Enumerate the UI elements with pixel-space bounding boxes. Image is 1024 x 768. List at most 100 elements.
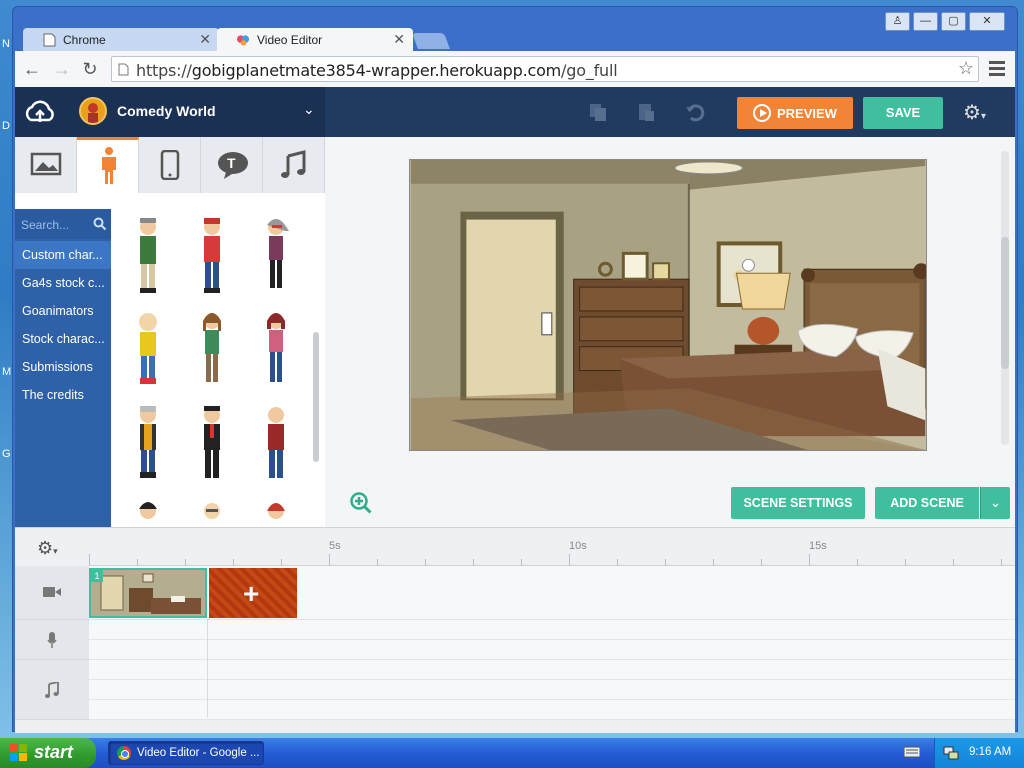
desktop-icon-label: D <box>2 120 10 132</box>
undo-icon[interactable] <box>683 101 705 123</box>
tab-text[interactable]: T <box>201 137 263 193</box>
keyboard-icon[interactable] <box>904 746 920 758</box>
back-arrow-icon[interactable]: ← <box>21 58 43 80</box>
character-thumbnail[interactable] <box>261 217 291 295</box>
url-scheme: https:// <box>136 61 192 80</box>
add-scene-button[interactable]: ADD SCENE <box>875 487 979 519</box>
search-input[interactable]: Search... <box>15 209 111 239</box>
music-track-label <box>15 660 89 720</box>
chevron-down-icon[interactable]: ⌄ <box>303 101 315 118</box>
windows-logo-icon <box>10 744 27 761</box>
tick-label: 15s <box>809 540 827 552</box>
music-track[interactable] <box>89 700 1015 720</box>
tab-chrome[interactable]: Chrome ✕ <box>23 28 219 52</box>
category-item[interactable]: Custom char... <box>15 241 111 269</box>
editor-topbar: Comedy World ⌄ PREVIEW SAVE ⚙▾ <box>15 87 1015 137</box>
tab-props[interactable] <box>139 137 201 193</box>
scrollbar[interactable] <box>313 332 319 462</box>
camera-icon <box>43 587 61 597</box>
tab-video-editor[interactable]: Video Editor ✕ <box>217 28 413 52</box>
music-track[interactable] <box>89 680 1015 700</box>
taskbar: start Video Editor - Google ... 9:16 AM <box>0 738 1024 768</box>
tab-images[interactable] <box>15 137 77 193</box>
save-button[interactable]: SAVE <box>863 97 943 129</box>
copy-icon[interactable] <box>587 101 609 123</box>
maximize-button[interactable]: ▢ <box>941 12 966 31</box>
preview-label: PREVIEW <box>777 106 837 121</box>
microphone-icon <box>47 632 57 648</box>
character-grid <box>111 209 311 527</box>
preview-button[interactable]: PREVIEW <box>737 97 853 129</box>
character-thumbnail[interactable] <box>261 311 291 389</box>
plus-icon: + <box>243 578 260 609</box>
paste-icon[interactable] <box>635 101 657 123</box>
music-track[interactable] <box>89 660 1015 680</box>
taskbar-item-label: Video Editor - Google ... <box>137 747 260 759</box>
category-item[interactable]: The credits <box>15 381 111 409</box>
scene-thumbnail[interactable]: 1 <box>89 568 207 618</box>
asset-tabs: T <box>15 137 325 193</box>
category-item[interactable]: Stock charac... <box>15 325 111 353</box>
search-placeholder: Search... <box>21 218 70 232</box>
desktop-icon-label: G <box>2 448 11 460</box>
search-icon[interactable] <box>93 217 107 231</box>
tab-sound[interactable] <box>263 137 325 193</box>
tab-characters[interactable] <box>77 137 139 193</box>
zoom-in-icon[interactable] <box>349 491 373 515</box>
ruler-ticks <box>89 554 1002 566</box>
browser-toolbar: ← → ↻ https://gobigplanetmate3854-wrappe… <box>15 51 1015 87</box>
chrome-menu-icon[interactable] <box>989 61 1005 79</box>
minimize-button[interactable]: — <box>913 12 938 31</box>
scene-stage[interactable] <box>409 159 927 451</box>
clock: 9:16 AM <box>969 746 1012 758</box>
new-tab-button[interactable] <box>412 33 450 49</box>
character-thumbnail[interactable] <box>133 217 163 295</box>
add-scene-tile[interactable]: + <box>209 568 297 618</box>
url-path: /go_full <box>561 61 618 80</box>
chrome-icon <box>117 746 131 760</box>
url-text: https://gobigplanetmate3854-wrapper.hero… <box>136 61 618 80</box>
reload-icon[interactable]: ↻ <box>79 58 101 80</box>
character-thumbnail[interactable] <box>133 311 163 389</box>
category-item[interactable]: Submissions <box>15 353 111 381</box>
character-thumbnail[interactable] <box>197 405 227 483</box>
character-thumbnail[interactable] <box>133 405 163 483</box>
forward-arrow-icon[interactable]: → <box>51 58 73 80</box>
network-icon[interactable] <box>943 745 959 761</box>
start-button[interactable]: start <box>0 738 96 768</box>
close-window-button[interactable]: ✕ <box>969 12 1005 31</box>
character-thumbnail[interactable] <box>133 499 163 527</box>
profile-icon[interactable]: ♙ <box>885 12 910 31</box>
timeline-ruler[interactable]: 5s 10s 15s <box>89 528 1015 566</box>
page-icon <box>118 63 129 76</box>
scrollbar[interactable] <box>1001 237 1009 369</box>
character-thumbnail[interactable] <box>261 405 291 483</box>
browser-window: Chrome ✕ Video Editor ✕ ♙ — ▢ ✕ ← → ↻ ht… <box>12 6 1018 733</box>
voice-track[interactable] <box>89 640 1015 660</box>
category-item[interactable]: Ga4s stock c... <box>15 269 111 297</box>
character-thumbnail[interactable] <box>197 217 227 295</box>
close-tab-icon[interactable]: ✕ <box>393 31 405 48</box>
page-icon <box>43 33 56 47</box>
video-track-label <box>15 566 89 620</box>
url-host: gobigplanetmate3854-wrapper.herokuapp.co… <box>191 61 562 80</box>
gear-icon[interactable]: ⚙▾ <box>963 100 986 125</box>
category-item[interactable]: Goanimators <box>15 297 111 325</box>
image-icon <box>30 152 62 176</box>
cloud-upload-icon[interactable] <box>23 98 57 126</box>
voice-track[interactable] <box>89 620 1015 640</box>
bookmark-star-icon[interactable]: ☆ <box>958 58 974 79</box>
project-header: Comedy World ⌄ <box>15 87 325 137</box>
tick-label: 10s <box>569 540 587 552</box>
character-thumbnail[interactable] <box>197 311 227 389</box>
scene-settings-button[interactable]: SCENE SETTINGS <box>731 487 865 519</box>
project-title[interactable]: Comedy World <box>117 103 216 119</box>
taskbar-item-video-editor[interactable]: Video Editor - Google ... <box>108 741 264 765</box>
tab-label: Video Editor <box>257 33 323 47</box>
close-tab-icon[interactable]: ✕ <box>199 31 211 48</box>
chevron-down-icon[interactable]: ⌄ <box>980 487 1010 519</box>
gear-icon[interactable]: ⚙▾ <box>37 538 58 559</box>
character-thumbnail[interactable] <box>197 499 227 527</box>
character-thumbnail[interactable] <box>261 499 291 527</box>
address-bar[interactable]: https://gobigplanetmate3854-wrapper.hero… <box>111 56 979 82</box>
